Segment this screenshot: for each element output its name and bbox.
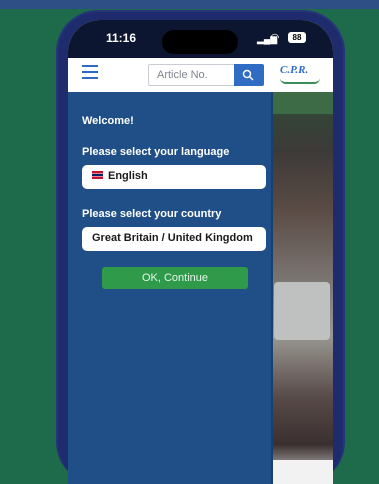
menu-icon[interactable] [82, 65, 98, 83]
search-icon [242, 69, 254, 81]
wifi-icon: ◠ [270, 32, 280, 44]
language-select[interactable]: English [82, 165, 266, 189]
logo-text: C.P.R. [280, 64, 309, 76]
status-bar: 11:16 ▂▄▆ ◠ 88 [68, 20, 333, 58]
country-label: Please select your country [82, 208, 222, 220]
logo-swoosh [280, 78, 320, 84]
uk-flag-icon [92, 171, 103, 179]
photo-bottom-band [268, 460, 333, 484]
dynamic-island [162, 30, 238, 54]
ok-continue-button[interactable]: OK, Continue [102, 267, 248, 289]
welcome-panel: Welcome! Please select your language Eng… [68, 92, 273, 484]
site-header: Article No. C.P.R. [68, 58, 333, 92]
language-value: English [108, 170, 148, 182]
photo-top-band [268, 92, 333, 114]
welcome-title: Welcome! [82, 115, 134, 127]
search-button[interactable] [234, 64, 264, 86]
site-logo[interactable]: C.P.R. [280, 64, 333, 88]
background-strip [0, 0, 379, 9]
status-time: 11:16 [106, 31, 137, 45]
search-input[interactable]: Article No. [148, 64, 234, 86]
background-photo [268, 92, 333, 484]
photo-keyboard [274, 282, 330, 340]
country-value: Great Britain / United Kingdom [92, 232, 253, 244]
battery-icon: 88 [288, 32, 306, 43]
language-label: Please select your language [82, 146, 230, 158]
country-select[interactable]: Great Britain / United Kingdom [82, 227, 266, 251]
phone-screen: 11:16 ▂▄▆ ◠ 88 Article No. C.P.R. Welcom… [68, 20, 333, 484]
